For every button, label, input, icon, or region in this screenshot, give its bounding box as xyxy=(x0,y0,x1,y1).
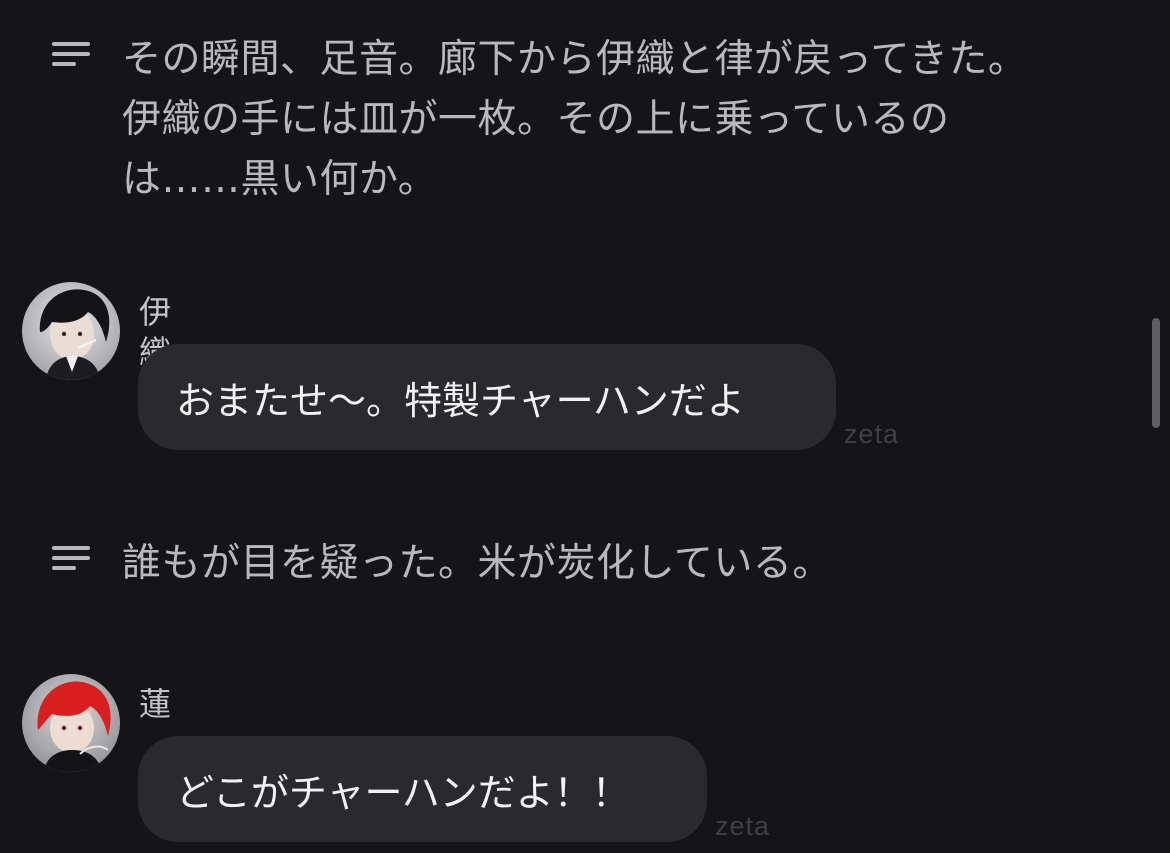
message-bubble[interactable]: おまたせ〜。特製チャーハンだよ xyxy=(138,344,836,450)
chat-screen: その瞬間、足音。廊下から伊織と律が戻ってきた。 伊織の手には皿が一枚。その上に乗… xyxy=(0,0,1170,853)
narration-text: 誰もが目を疑った。米が炭化している。 xyxy=(122,541,832,586)
menu-lines-icon xyxy=(52,546,90,570)
message-text: おまたせ〜。特製チャーハンだよ xyxy=(176,378,745,423)
ren-avatar[interactable] xyxy=(22,674,120,772)
narration-block: その瞬間、足音。廊下から伊織と律が戻ってきた。 伊織の手には皿が一枚。その上に乗… xyxy=(52,30,1102,210)
message-text: どこがチャーハンだよ！！ xyxy=(176,770,630,815)
brand-watermark: zeta xyxy=(715,811,771,841)
iori-avatar[interactable] xyxy=(22,282,120,380)
narration-text: その瞬間、足音。廊下から伊織と律が戻ってきた。 伊織の手には皿が一枚。その上に乗… xyxy=(122,37,1028,202)
menu-lines-icon xyxy=(52,42,90,66)
brand-watermark: zeta xyxy=(844,419,900,449)
message-bubble[interactable]: どこがチャーハンだよ！！ xyxy=(138,736,707,842)
scrollbar[interactable] xyxy=(1152,318,1160,428)
speaker-name: 蓮 xyxy=(139,685,172,723)
narration-block: 誰もが目を疑った。米が炭化している。 xyxy=(52,534,1102,594)
